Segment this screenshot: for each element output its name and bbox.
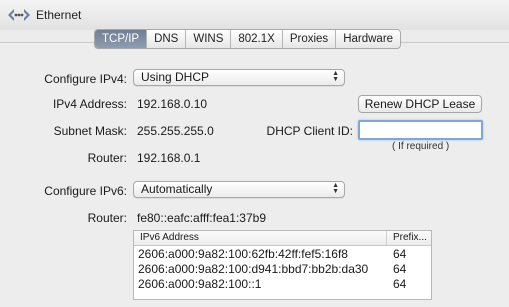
configure-ipv6-select[interactable]: Automatically ▲ ▼ — [133, 181, 345, 198]
client-id-hint: ( If required ) — [392, 141, 450, 152]
configure-ipv4-select[interactable]: Using DHCP ▲ ▼ — [133, 69, 345, 86]
table-row[interactable]: 2606:a000:9a82:100::1 64 — [134, 276, 431, 291]
ipv4-address-value: 192.168.0.10 — [137, 97, 208, 111]
column-header-ipv6-address[interactable]: IPv6 Address — [134, 231, 387, 245]
tab-8021x[interactable]: 802.1X — [230, 30, 281, 48]
select-arrows-icon: ▲ ▼ — [332, 182, 339, 195]
window-title: Ethernet — [36, 8, 82, 22]
ipv6-address-cell: 2606:a000:9a82:100:62fb:42ff:fef5:16f8 — [138, 247, 348, 261]
tab-wins[interactable]: WINS — [185, 30, 230, 48]
column-header-prefix[interactable]: Prefix... — [387, 231, 431, 245]
subnet-mask-value: 255.255.255.0 — [137, 124, 214, 138]
tab-hardware[interactable]: Hardware — [335, 30, 400, 48]
select-arrows-icon: ▲ ▼ — [332, 70, 339, 83]
ipv6-address-table[interactable]: IPv6 Address Prefix... 2606:a000:9a82:10… — [133, 230, 432, 300]
ipv6-address-cell: 2606:a000:9a82:100:d941:bbd7:bb2b:da30 — [138, 262, 369, 276]
prefix-cell: 64 — [393, 262, 407, 276]
table-header: IPv6 Address Prefix... — [134, 231, 431, 246]
window-header: Ethernet — [0, 0, 509, 30]
configure-ipv6-label: Configure IPv6: — [44, 184, 127, 198]
ipv6-router-value: fe80::eafc:afff:fea1:37b9 — [137, 211, 266, 225]
dhcp-client-id-input[interactable] — [358, 120, 483, 140]
prefix-cell: 64 — [393, 247, 407, 261]
configure-ipv4-label: Configure IPv4: — [44, 72, 127, 86]
ipv4-router-value: 192.168.0.1 — [137, 151, 201, 165]
tab-proxies[interactable]: Proxies — [281, 30, 335, 48]
tab-tcpip[interactable]: TCP/IP — [95, 30, 147, 48]
tab-dns[interactable]: DNS — [146, 30, 185, 48]
configure-ipv6-value: Automatically — [141, 182, 213, 196]
ipv6-address-cell: 2606:a000:9a82:100::1 — [138, 277, 262, 291]
ethernet-icon — [8, 9, 30, 21]
ipv4-address-label: IPv4 Address: — [52, 97, 127, 111]
renew-dhcp-button[interactable]: Renew DHCP Lease — [358, 95, 482, 113]
table-row[interactable]: 2606:a000:9a82:100:d941:bbd7:bb2b:da30 6… — [134, 261, 431, 276]
table-row[interactable]: 2606:a000:9a82:100:62fb:42ff:fef5:16f8 6… — [134, 246, 431, 261]
configure-ipv4-value: Using DHCP — [141, 70, 210, 84]
ipv4-router-label: Router: — [87, 151, 127, 165]
ipv6-router-label: Router: — [87, 211, 127, 225]
prefix-cell: 64 — [393, 277, 407, 291]
subnet-mask-label: Subnet Mask: — [53, 124, 127, 138]
tab-bar: TCP/IP DNS WINS 802.1X Proxies Hardware — [94, 29, 402, 49]
dhcp-client-id-label: DHCP Client ID: — [266, 124, 353, 138]
